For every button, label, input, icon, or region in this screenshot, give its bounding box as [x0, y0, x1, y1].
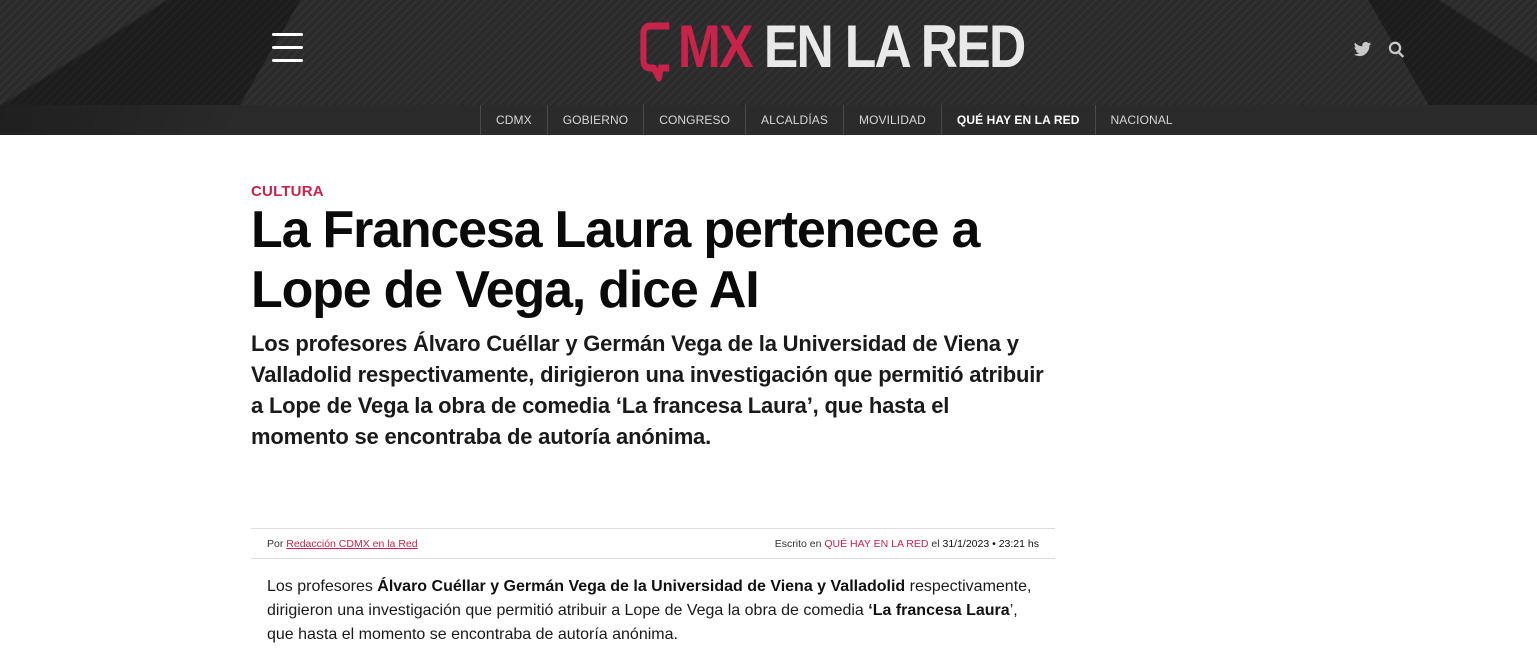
nav-item-congreso[interactable]: CONGRESO: [643, 105, 745, 135]
article-category-link[interactable]: CULTURA: [251, 183, 324, 200]
twitter-icon[interactable]: [1353, 40, 1372, 64]
nav-item-nacional[interactable]: NACIONAL: [1094, 105, 1188, 135]
logo-c-mark-icon: [640, 22, 673, 82]
search-icon[interactable]: [1387, 40, 1406, 64]
nav-item-alcaldias[interactable]: ALCALDÍAS: [745, 105, 843, 135]
article-meta-bar: Por Redacción CDMX en la Red Escrito en …: [251, 528, 1055, 559]
site-logo[interactable]: MX EN LA RED: [640, 13, 1026, 82]
published-info: Escrito en QUÉ HAY EN LA RED el 31/1/202…: [775, 538, 1039, 550]
body-bold-segment: ‘La francesa Laura: [868, 602, 1010, 619]
body-text-segment: Los profesores: [267, 578, 378, 595]
body-bold-segment: Álvaro Cuéllar y Germán Vega de la Unive…: [377, 578, 906, 595]
nav-list: CDMX GOBIERNO CONGRESO ALCALDÍAS MOVILID…: [480, 105, 1188, 135]
nav-item-gobierno[interactable]: GOBIERNO: [546, 105, 643, 135]
nav-item-que-hay-en-la-red[interactable]: QUÉ HAY EN LA RED: [940, 105, 1095, 135]
author-link[interactable]: Redacción CDMX en la Red: [286, 538, 417, 550]
nav-item-cdmx[interactable]: CDMX: [480, 105, 547, 135]
article-paragraph: Los profesores Álvaro Cuéllar y Germán V…: [267, 575, 1037, 647]
site-header: MX EN LA RED: [0, 0, 1537, 105]
article-subheadline: Los profesores Álvaro Cuéllar y Germán V…: [251, 331, 1044, 449]
hamburger-menu-icon[interactable]: [272, 33, 304, 67]
section-link[interactable]: QUÉ HAY EN LA RED: [824, 538, 928, 550]
article-headline: La Francesa Laura pertenece a Lope de Ve…: [251, 201, 980, 319]
date-prefix: el: [931, 538, 940, 550]
main-navigation: CDMX GOBIERNO CONGRESO ALCALDÍAS MOVILID…: [0, 105, 1537, 135]
byline: Por Redacción CDMX en la Red: [267, 538, 418, 550]
publish-date: 31/1/2023 • 23:21 hs: [942, 538, 1039, 550]
logo-en-la-red: EN LA RED: [763, 13, 1026, 80]
byline-prefix: Por: [267, 538, 284, 550]
nav-decoration: [0, 105, 260, 135]
logo-mx: MX: [677, 13, 754, 80]
written-prefix: Escrito en: [774, 538, 822, 550]
nav-item-movilidad[interactable]: MOVILIDAD: [842, 105, 941, 135]
